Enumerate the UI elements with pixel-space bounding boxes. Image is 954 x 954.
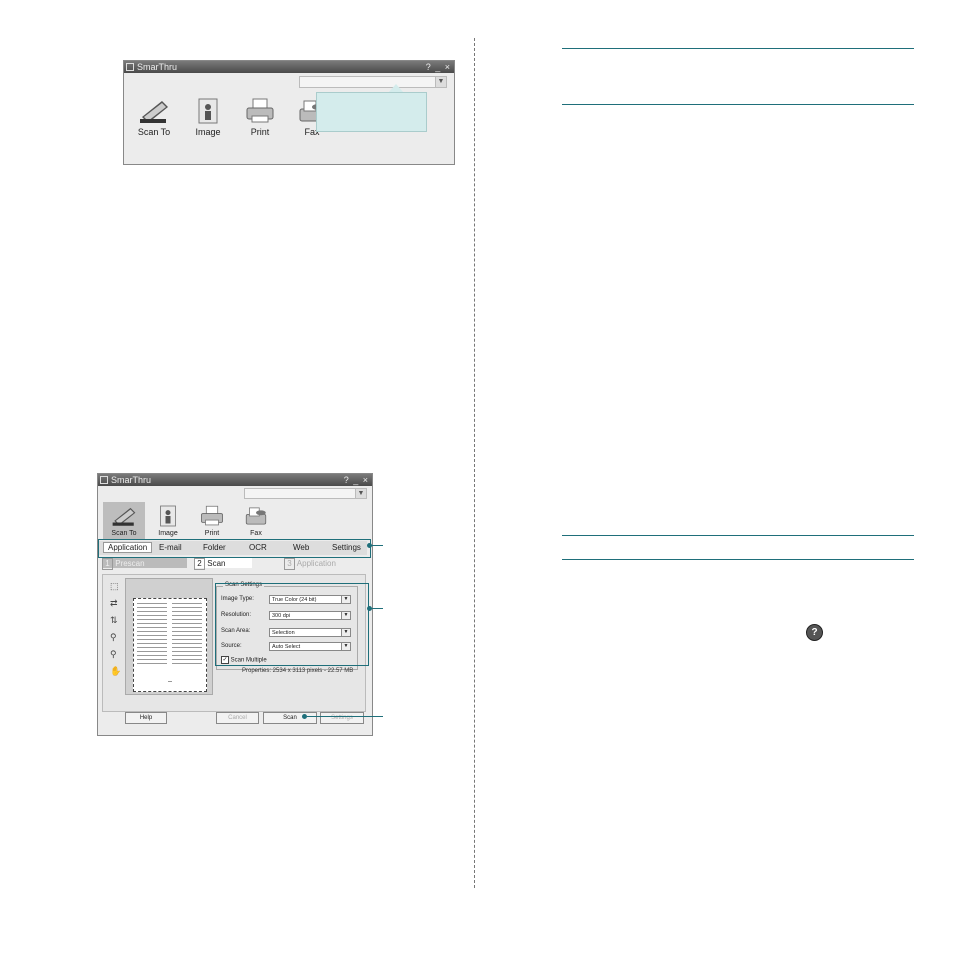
- smarthru-window-scan: SmarThru ? _ × ▼ Scan To Image Print Fax…: [97, 473, 373, 736]
- tool-print[interactable]: Print: [194, 504, 230, 537]
- top-rule: [562, 48, 914, 49]
- chevron-down-icon[interactable]: ▼: [355, 489, 366, 498]
- help-icon: ?: [806, 624, 823, 641]
- tool-label: Image: [195, 127, 221, 137]
- mirror-icon[interactable]: ⇄: [110, 598, 124, 615]
- image-icon: [160, 505, 176, 527]
- callout-box: [316, 92, 427, 132]
- scanner-select[interactable]: ▼: [299, 76, 447, 88]
- help-button[interactable]: Help: [125, 712, 167, 724]
- fax-icon: [245, 507, 267, 525]
- window-controls[interactable]: ? _ ×: [344, 474, 369, 486]
- tool-fax[interactable]: Fax: [238, 504, 274, 537]
- pan-icon[interactable]: ✋: [110, 666, 124, 683]
- tool-image[interactable]: Image: [150, 504, 186, 537]
- step-bar: 1 Prescan 2 Scan 3 Application: [102, 558, 367, 570]
- step-3[interactable]: 3 Application: [284, 558, 364, 570]
- tabs-highlight: [98, 539, 371, 558]
- tool-label: Fax: [250, 530, 262, 537]
- scan-button[interactable]: Scan: [263, 712, 317, 724]
- top-rule-lower: [562, 104, 914, 105]
- scanner-icon: [140, 101, 168, 123]
- properties-text: Properties: 2534 x 3113 pixels - 22.57 M…: [242, 668, 354, 674]
- app-logo-icon: [126, 63, 134, 71]
- title-bar: SmarThru ? _ ×: [124, 61, 454, 73]
- scan-preview[interactable]: [125, 578, 213, 695]
- window-controls[interactable]: ? _ ×: [426, 61, 451, 73]
- preview-toolbar: ⬚ ⇄ ⇅ ⚲ ⚲ ✋: [110, 581, 124, 683]
- step-1[interactable]: 1 Prescan: [102, 558, 187, 570]
- connector-scan: [307, 716, 383, 717]
- app-logo-icon: [100, 476, 108, 484]
- tool-scan-to[interactable]: Scan To: [136, 97, 172, 137]
- mid-rule: [562, 535, 914, 536]
- tool-label: Print: [204, 530, 220, 537]
- scanner-icon: [112, 507, 136, 526]
- printer-icon: [246, 98, 274, 123]
- tool-print[interactable]: Print: [242, 97, 278, 137]
- printer-icon: [201, 505, 223, 526]
- settings-button[interactable]: Settings: [320, 712, 364, 724]
- flip-icon[interactable]: ⇅: [110, 615, 124, 632]
- zoom-out-icon[interactable]: ⚲: [110, 632, 124, 649]
- tool-label: Image: [158, 530, 178, 537]
- step-2[interactable]: 2 Scan: [194, 558, 252, 570]
- connector-dot: [367, 606, 372, 611]
- column-divider: [474, 38, 475, 888]
- tool-label: Scan To: [137, 127, 171, 137]
- preview-page: [133, 598, 207, 692]
- tool-label: Print: [250, 127, 270, 137]
- tool-scan-to[interactable]: Scan To: [103, 504, 145, 537]
- image-icon: [198, 98, 218, 124]
- mid-rule-lower: [562, 559, 914, 560]
- window-title: SmarThru: [137, 62, 178, 72]
- scanner-select[interactable]: ▼: [244, 488, 367, 499]
- select-area-icon[interactable]: ⬚: [110, 581, 124, 598]
- connector-tabs: [371, 545, 383, 546]
- settings-highlight: [215, 583, 369, 666]
- tool-image[interactable]: Image: [190, 97, 226, 137]
- title-bar: SmarThru ? _ ×: [98, 474, 372, 486]
- cancel-button[interactable]: Cancel: [216, 712, 259, 724]
- preview-text-lines: [137, 603, 202, 682]
- connector-dot: [367, 543, 372, 548]
- chevron-down-icon[interactable]: ▼: [435, 77, 446, 87]
- connector-dot: [302, 714, 307, 719]
- connector-settings: [371, 608, 383, 609]
- window-title: SmarThru: [111, 475, 152, 485]
- tool-label: Scan To: [111, 530, 137, 537]
- zoom-in-icon[interactable]: ⚲: [110, 649, 124, 666]
